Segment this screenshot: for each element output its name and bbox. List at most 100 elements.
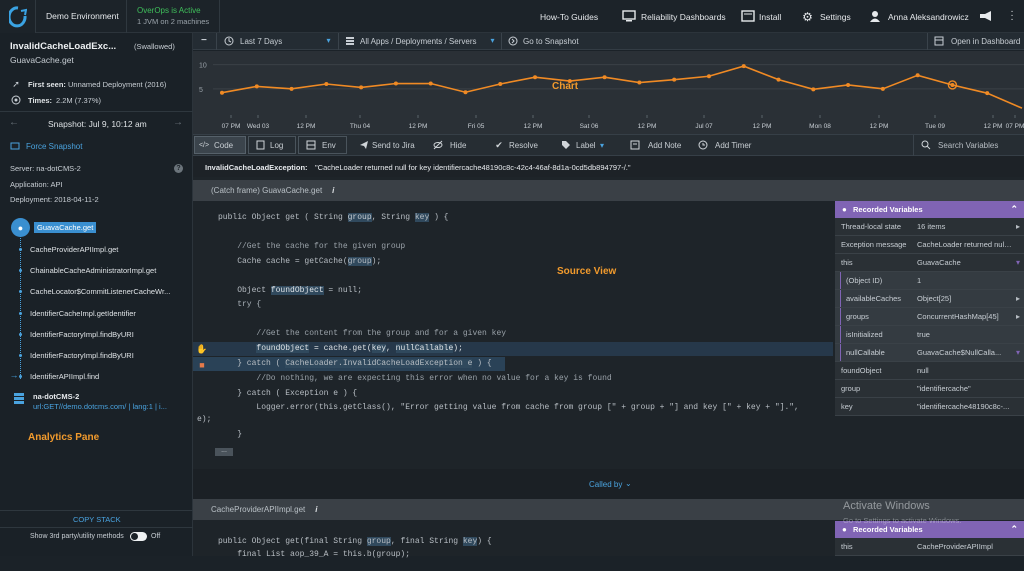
stack-frame[interactable]: CacheLocator$CommitListenerCacheWr... <box>30 287 170 296</box>
variable-row[interactable]: availableCaches Object[25] ▸ <box>835 290 1024 308</box>
code-line: public Object get(final String group, fi… <box>218 537 492 546</box>
chevron-up-icon[interactable]: ⌃ <box>1010 521 1018 538</box>
variable-value: GuavaCache$NullCalla... <box>917 348 1002 357</box>
force-snapshot-button[interactable]: Force Snapshot <box>26 142 82 151</box>
label-select[interactable]: Label <box>558 137 596 154</box>
rocket-icon: ➚ <box>12 78 20 89</box>
code-line: Logger.error(this.getClass(), "Error get… <box>218 403 799 412</box>
chevron-down-icon[interactable]: ▾ <box>1016 344 1020 361</box>
variable-row[interactable]: this GuavaCache ▾ <box>835 254 1024 272</box>
menu-dots-icon[interactable]: · · · <box>1008 7 1016 25</box>
activate-windows-title: Activate Windows <box>843 500 930 512</box>
settings-link[interactable]: Settings <box>820 12 851 22</box>
x-tick-label: 12 PM <box>638 123 657 130</box>
chevron-right-icon[interactable]: ▸ <box>1016 290 1020 307</box>
chevron-down-icon: ▾ <box>490 36 495 45</box>
user-icon <box>869 10 881 22</box>
server-info: Server: na-dotCMS-2 <box>10 164 81 173</box>
code-line: } catch ( CacheLoader.InvalidCacheLoadEx… <box>218 359 492 368</box>
source-view-label: Source View <box>557 266 617 277</box>
environment-selector[interactable]: Demo Environment <box>46 11 119 21</box>
variable-row[interactable]: key "identifiercache48190c8c-... <box>835 398 1024 416</box>
chevron-right-icon[interactable]: ▸ <box>1016 308 1020 325</box>
apps-select[interactable]: All Apps / Deployments / Servers <box>360 37 477 46</box>
expand-ellipsis-button[interactable]: ... <box>215 447 233 456</box>
code-line: final List aop_39_A = this.b(group); <box>218 550 411 559</box>
reliability-dashboards-link[interactable]: Reliability Dashboards <box>641 12 726 22</box>
variable-row[interactable]: nullCallable GuavaCache$NullCalla... ▾ <box>835 344 1024 362</box>
toggle-state: Off <box>151 533 161 540</box>
stack-frame[interactable]: ChainableCacheAdministratorImpl.get <box>30 266 156 275</box>
variable-name: this <box>841 258 853 267</box>
data-point <box>498 82 503 86</box>
search-variables-input[interactable]: Search Variables <box>920 137 998 154</box>
x-tick-label: 12 PM <box>297 123 316 130</box>
stack-frame[interactable]: IdentifierFactoryImpl.findByURI <box>30 351 134 360</box>
collapse-button[interactable]: − <box>201 35 207 46</box>
stack-frame[interactable]: IdentifierAPIImpl.find <box>30 372 99 381</box>
info-icon[interactable]: i <box>332 186 334 195</box>
variable-name: groups <box>846 312 869 321</box>
frame-header: (Catch frame) GuavaCache.get i <box>193 180 1024 201</box>
stack-frame[interactable]: GuavaCache.get <box>34 222 97 233</box>
time-range-select[interactable]: Last 7 Days <box>240 37 282 46</box>
x-tick-label: 12 PM <box>409 123 428 130</box>
data-point <box>950 82 955 87</box>
variable-name: foundObject <box>841 366 882 375</box>
top-bar: Demo Environment OverOps is Active 1 JVM… <box>0 0 1024 33</box>
apps-list-icon <box>345 36 355 46</box>
variable-row[interactable]: groups ConcurrentHashMap[45] ▸ <box>835 308 1024 326</box>
variable-row[interactable]: isInitialized true <box>835 326 1024 344</box>
variable-row[interactable]: (Object ID) 1 <box>835 272 1024 290</box>
server-url[interactable]: url:GET//demo.dotcms.com/ | lang:1 | i..… <box>33 402 167 411</box>
stack-trace: ● GuavaCache.get CacheProviderAPIImpl.ge… <box>0 215 193 415</box>
chevron-up-icon[interactable]: ⌃ <box>1010 201 1018 218</box>
chevron-right-icon[interactable]: ▸ <box>1016 218 1020 235</box>
called-by-bar[interactable]: Called by ⌄ <box>193 469 1024 499</box>
howto-guides-link[interactable]: How-To Guides <box>540 12 598 22</box>
overops-logo[interactable] <box>0 0 35 33</box>
status-jvm: 1 JVM on 2 machines <box>137 17 210 26</box>
send-to-jira-button[interactable]: Send to Jira <box>354 137 415 154</box>
stack-frame[interactable]: IdentifierCacheImpl.getIdentifier <box>30 309 136 318</box>
goto-snapshot-button[interactable]: Go to Snapshot <box>523 37 579 46</box>
data-point <box>846 82 851 87</box>
first-seen-value: Unnamed Deployment (2016) <box>68 80 167 89</box>
user-menu[interactable]: Anna Aleksandrowicz <box>888 12 969 22</box>
code-line: } <box>218 430 243 439</box>
show-3rd-party-toggle[interactable] <box>130 532 147 541</box>
variable-row[interactable]: foundObject null <box>835 362 1024 380</box>
variable-row[interactable]: Thread-local state 16 items ▸ <box>835 218 1024 236</box>
help-icon[interactable]: ? <box>174 164 183 173</box>
chevron-down-icon[interactable]: ▾ <box>1016 254 1020 271</box>
swallowed-badge: (Swallowed) <box>134 42 175 51</box>
add-note-button[interactable]: Add Note <box>630 137 681 154</box>
monitor-icon <box>622 10 636 22</box>
variable-row[interactable]: this CacheProviderAPIImpl <box>835 538 1024 556</box>
install-link[interactable]: Install <box>759 12 781 22</box>
variable-row[interactable]: Exception message CacheLoader returned nu… <box>835 236 1024 254</box>
megaphone-icon[interactable] <box>979 10 993 22</box>
variable-value: 16 items <box>917 222 946 231</box>
variables-header[interactable]: ● Recorded Variables ⌃ <box>835 201 1024 218</box>
variable-value: CacheProviderAPIImpl <box>917 542 993 551</box>
prev-snapshot-arrow-icon[interactable]: ← <box>9 117 19 128</box>
variable-name: nullCallable <box>846 348 885 357</box>
variable-value: ConcurrentHashMap[45] <box>917 312 999 321</box>
variable-row[interactable]: group "identifiercache" <box>835 380 1024 398</box>
stack-frame[interactable]: IdentifierFactoryImpl.findByURI <box>30 330 134 339</box>
info-icon[interactable]: i <box>315 505 317 514</box>
data-point <box>706 74 711 79</box>
stack-frame[interactable]: CacheProviderAPIImpl.get <box>30 245 118 254</box>
add-timer-button[interactable]: Add Timer <box>697 137 751 154</box>
resolve-button[interactable]: Resolve <box>491 137 538 154</box>
variable-name: Thread-local state <box>841 222 902 231</box>
next-snapshot-arrow-icon[interactable]: → <box>173 117 183 128</box>
x-tick-label: Tue 09 <box>925 123 945 130</box>
hide-button[interactable]: Hide <box>432 137 466 154</box>
copy-stack-button[interactable]: COPY STACK <box>73 515 121 524</box>
open-in-dashboard-button[interactable]: Open in Dashboard <box>951 37 1020 46</box>
server-node[interactable]: na-dotCMS-2 <box>33 392 79 401</box>
code-line: public Object get ( String group, String… <box>218 213 449 222</box>
variable-value: Object[25] <box>917 294 952 303</box>
